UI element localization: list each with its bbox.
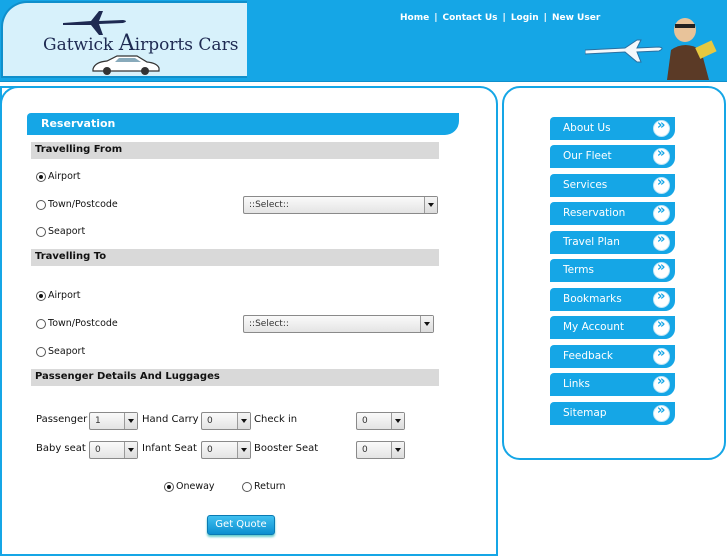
site-header: Gatwick Airports Cars Home | Contact Us | Lo…	[0, 0, 727, 82]
oneway-radio[interactable]: Oneway	[164, 481, 215, 492]
sidebar-item-feedback[interactable]: Feedback	[550, 345, 675, 368]
double-chevron-right-icon	[653, 403, 670, 422]
booster-seat-label: Booster Seat	[254, 443, 319, 454]
radio-empty-icon	[36, 318, 46, 329]
check-in-label: Check in	[254, 414, 298, 425]
nav-login-link[interactable]: Login	[511, 13, 539, 23]
booster-seat-select[interactable]: 0	[356, 441, 405, 459]
radio-empty-icon	[36, 226, 46, 237]
sidebar-item-bookmarks[interactable]: Bookmarks	[550, 288, 675, 311]
radio-empty-icon	[36, 346, 46, 357]
reservation-title: Reservation	[27, 113, 459, 135]
logo[interactable]: Gatwick Airports Cars	[1, 1, 247, 78]
return-radio[interactable]: Return	[242, 481, 286, 492]
double-chevron-right-icon	[653, 203, 670, 222]
sidebar-item-services[interactable]: Services	[550, 174, 675, 197]
double-chevron-right-icon	[653, 289, 670, 308]
dropdown-arrow-icon	[237, 442, 250, 458]
nav-contact-us-link[interactable]: Contact Us	[443, 13, 498, 23]
check-in-select[interactable]: 0	[356, 412, 405, 430]
sidebar-item-reservation[interactable]: Reservation	[550, 202, 675, 225]
radio-empty-icon	[242, 481, 252, 492]
travelling-to-heading: Travelling To	[31, 249, 439, 266]
sidebar-item-terms[interactable]: Terms	[550, 259, 675, 282]
double-chevron-right-icon	[653, 232, 670, 251]
double-chevron-right-icon	[653, 346, 670, 365]
dropdown-arrow-icon	[391, 442, 404, 458]
travelling-from-heading: Travelling From	[31, 142, 439, 159]
dropdown-arrow-icon	[237, 413, 250, 429]
dropdown-arrow-icon	[124, 413, 137, 429]
hand-carry-select[interactable]: 0	[201, 412, 251, 430]
double-chevron-right-icon	[653, 146, 670, 165]
traveler-plane-image	[585, 18, 717, 80]
infant-seat-select[interactable]: 0	[201, 441, 251, 459]
radio-selected-icon	[36, 171, 46, 182]
sidebar-item-travel-plan[interactable]: Travel Plan	[550, 231, 675, 254]
sidebar-item-my-account[interactable]: My Account	[550, 316, 675, 339]
to-town-postcode-radio[interactable]: Town/Postcode	[36, 318, 118, 329]
sidebar-item-links[interactable]: Links	[550, 373, 675, 396]
to-airport-radio[interactable]: Airport	[36, 290, 81, 301]
from-airport-radio[interactable]: Airport	[36, 171, 81, 182]
nav-home-link[interactable]: Home	[400, 13, 429, 23]
double-chevron-right-icon	[653, 118, 670, 137]
passenger-details-heading: Passenger Details And Luggages	[31, 369, 439, 386]
passenger-select[interactable]: 1	[89, 412, 138, 430]
baby-seat-select[interactable]: 0	[89, 441, 138, 459]
double-chevron-right-icon	[653, 374, 670, 393]
to-seaport-radio[interactable]: Seaport	[36, 346, 85, 357]
hand-carry-label: Hand Carry	[142, 414, 199, 425]
radio-selected-icon	[164, 481, 174, 492]
radio-selected-icon	[36, 290, 46, 301]
dropdown-arrow-icon	[424, 197, 437, 213]
double-chevron-right-icon	[653, 260, 670, 279]
sidebar-item-about-us[interactable]: About Us	[550, 117, 675, 140]
dropdown-arrow-icon	[391, 413, 404, 429]
from-seaport-radio[interactable]: Seaport	[36, 226, 85, 237]
dropdown-arrow-icon	[124, 442, 137, 458]
from-town-postcode-radio[interactable]: Town/Postcode	[36, 199, 118, 210]
radio-empty-icon	[36, 199, 46, 210]
double-chevron-right-icon	[653, 317, 670, 336]
dropdown-arrow-icon	[420, 316, 433, 332]
top-nav: Home | Contact Us | Login | New User	[400, 13, 601, 23]
passenger-label: Passenger	[36, 414, 88, 425]
to-location-select[interactable]: ::Select::	[243, 315, 434, 333]
baby-seat-label: Baby seat	[36, 443, 86, 454]
infant-seat-label: Infant Seat	[142, 443, 197, 454]
get-quote-button[interactable]: Get Quote	[207, 515, 275, 535]
double-chevron-right-icon	[653, 175, 670, 194]
sidebar-item-our-fleet[interactable]: Our Fleet	[550, 145, 675, 168]
car-logo-icon	[92, 55, 160, 75]
from-location-select[interactable]: ::Select::	[243, 196, 438, 214]
sidebar-item-sitemap[interactable]: Sitemap	[550, 402, 675, 425]
